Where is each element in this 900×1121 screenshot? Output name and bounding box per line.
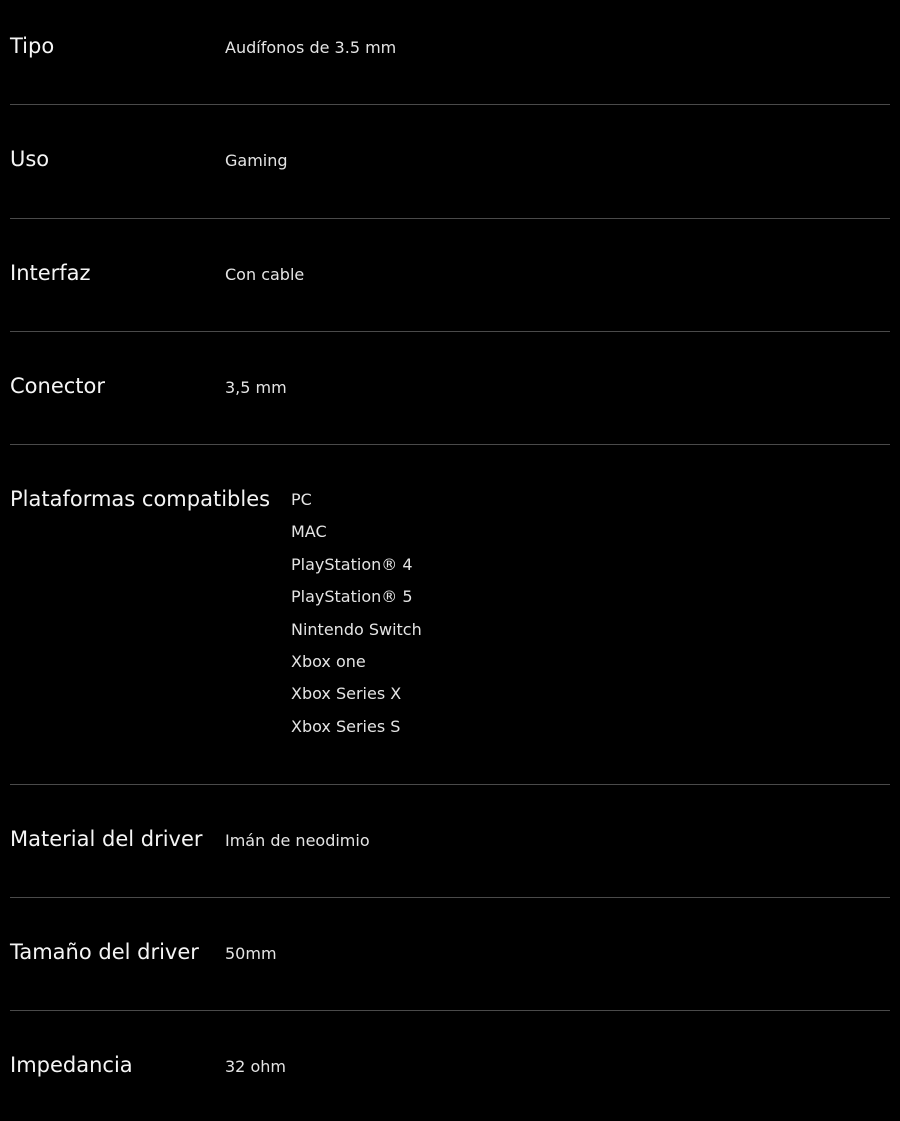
spec-value: Audífonos de 3.5 mm: [225, 38, 397, 57]
spec-label: Uso: [10, 147, 50, 171]
spec-label: Material del driver: [10, 827, 203, 851]
spec-value: Imán de neodimio: [225, 831, 370, 850]
row-divider: [10, 104, 890, 105]
spec-label: Interfaz: [10, 261, 91, 285]
row-divider: [10, 331, 890, 332]
list-item: Nintendo Switch: [291, 619, 422, 639]
row-divider: [10, 897, 890, 898]
row-divider: [10, 784, 890, 785]
spec-value: Gaming: [225, 151, 288, 170]
row-divider: [10, 218, 890, 219]
list-item: PC: [291, 490, 312, 509]
list-item: MAC: [291, 522, 327, 542]
spec-value: Con cable: [225, 265, 305, 284]
platform-list: PC MAC PlayStation® 4 PlayStation® 5 Nin…: [291, 484, 422, 743]
list-item: Xbox Series S: [291, 716, 401, 736]
row-divider: [10, 444, 890, 445]
spec-table: Tipo Audífonos de 3.5 mm Uso Gaming Inte…: [0, 0, 900, 1121]
spec-value: 3,5 mm: [225, 378, 287, 397]
spec-label: Tamaño del driver: [10, 940, 199, 964]
spec-label: Conector: [10, 374, 106, 398]
list-item: PlayStation® 4: [291, 554, 413, 574]
list-item: PlayStation® 5: [291, 587, 413, 607]
row-divider: [10, 1010, 890, 1011]
spec-value: 50mm: [225, 944, 277, 963]
spec-label: Tipo: [10, 34, 55, 58]
list-item: Xbox one: [291, 651, 366, 671]
spec-label: Impedancia: [10, 1053, 133, 1077]
spec-value: 32 ohm: [225, 1057, 286, 1076]
list-item: Xbox Series X: [291, 684, 402, 704]
spec-label: Plataformas compatibles: [10, 487, 271, 511]
